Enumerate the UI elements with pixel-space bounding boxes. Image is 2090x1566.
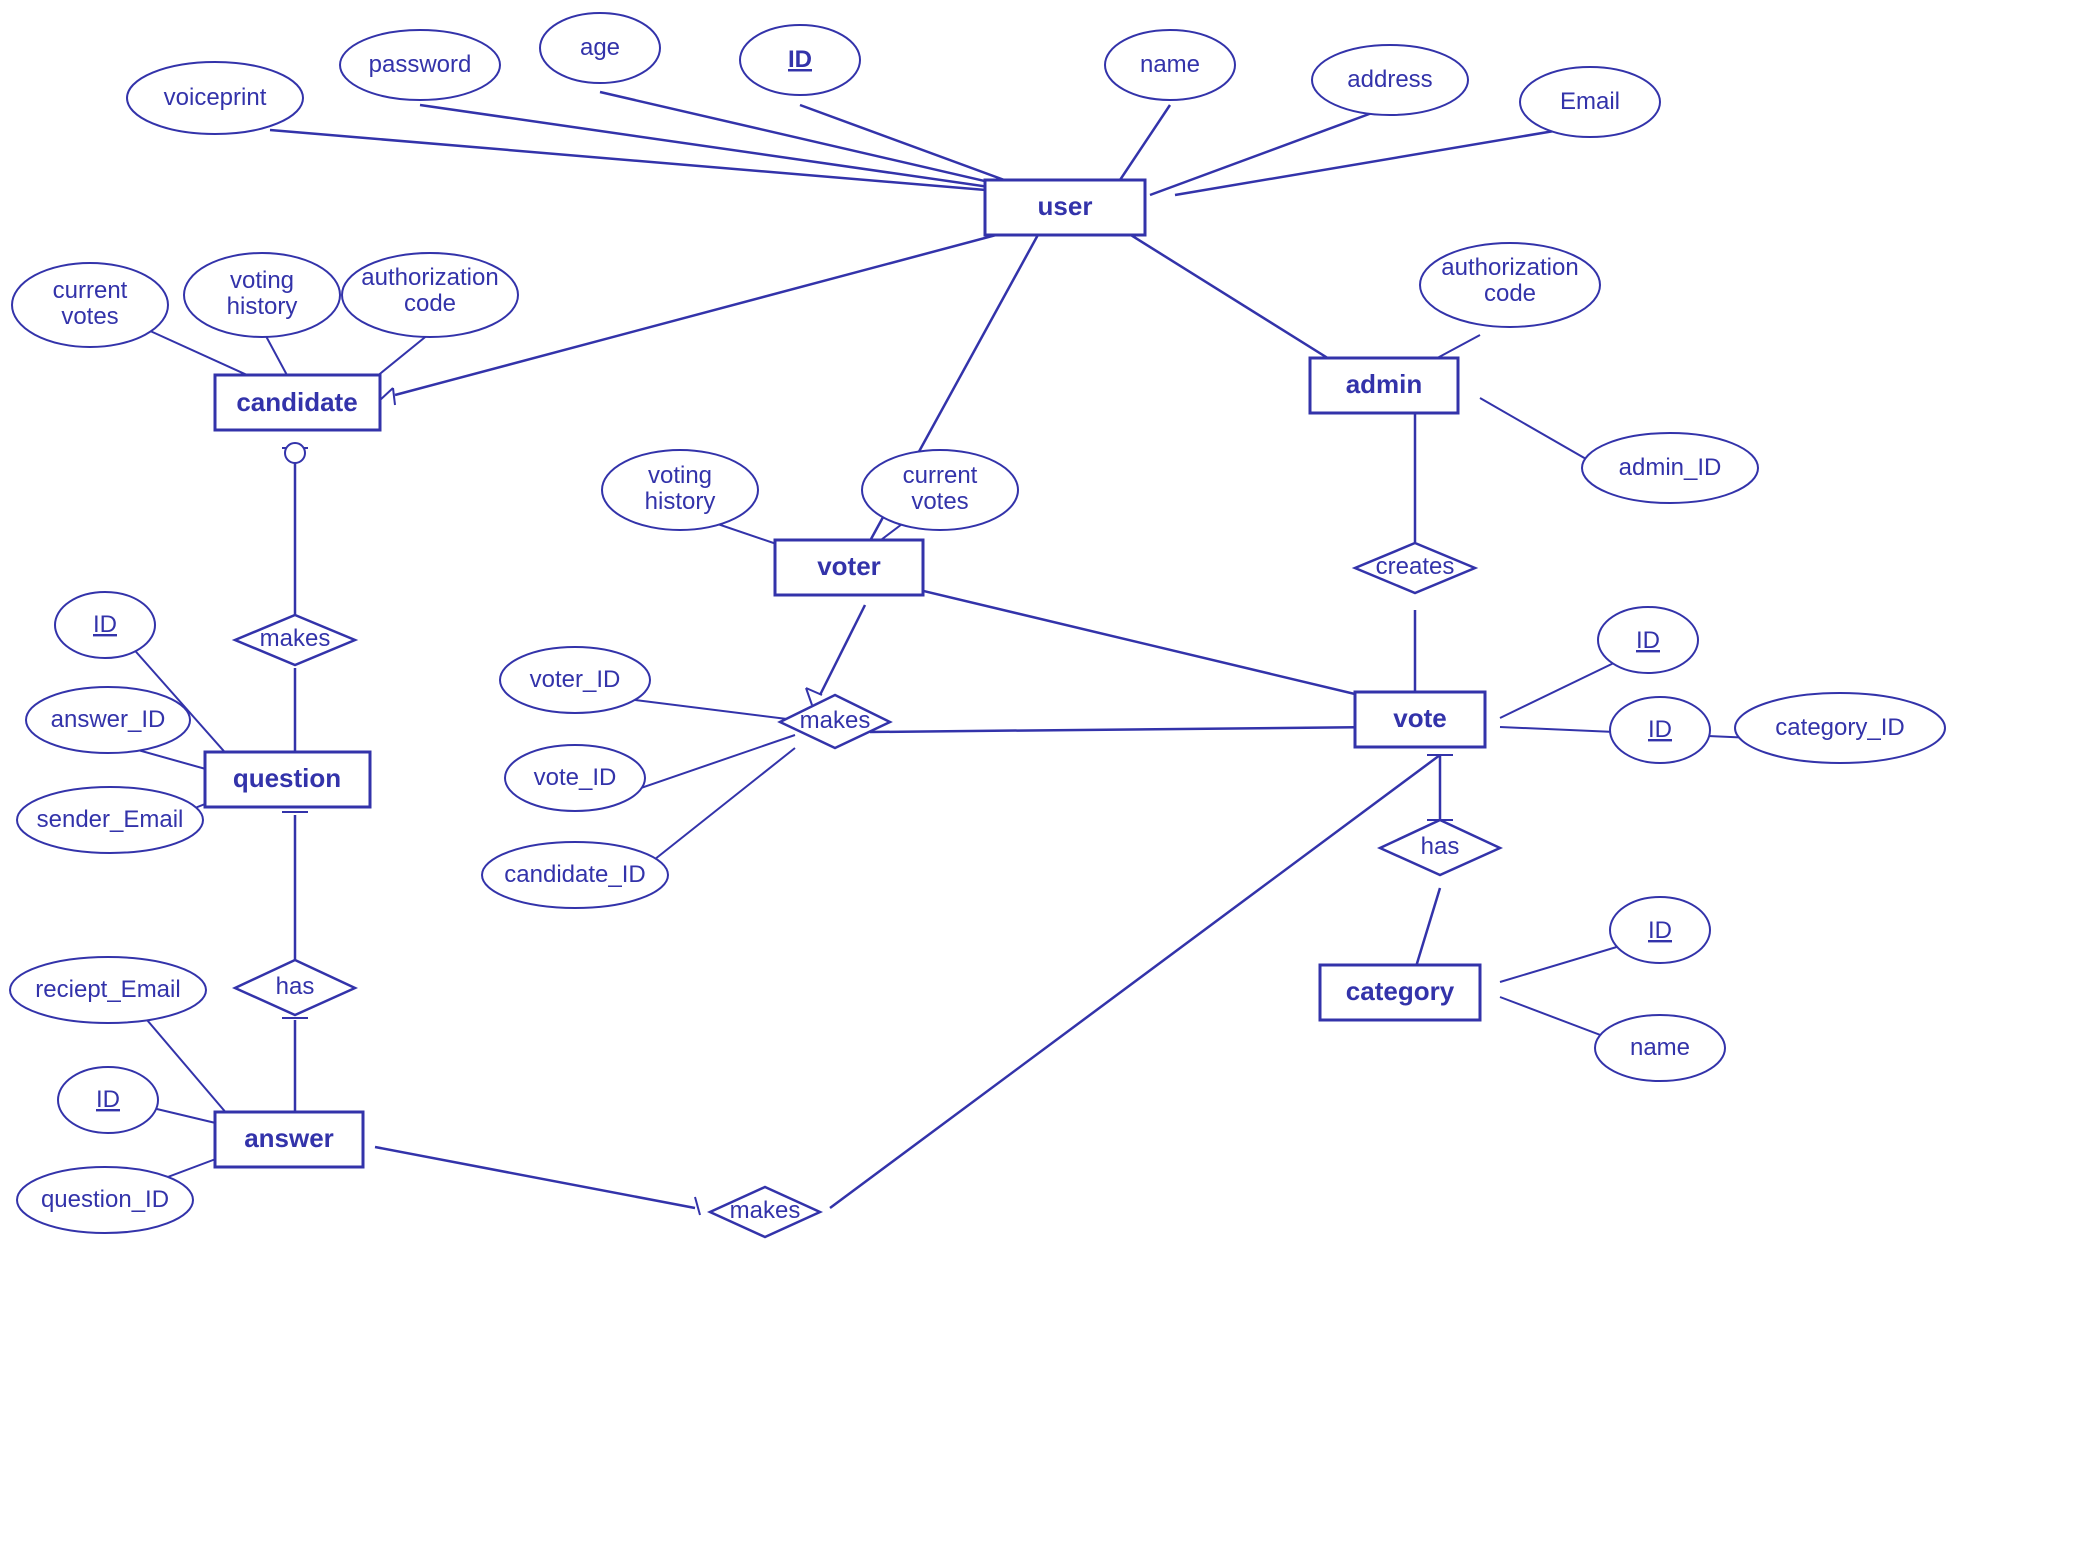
relationship-makes3-label: makes xyxy=(730,1197,801,1224)
attr-cand-voting-history-label: voting xyxy=(230,267,294,294)
attr-voter-current-votes-label: current xyxy=(903,462,978,489)
relationship-makes2-label: makes xyxy=(800,707,871,734)
svg-text:history: history xyxy=(227,293,298,320)
attr-cand-current-votes-label: current xyxy=(53,277,128,304)
attr-user-age-label: age xyxy=(580,34,620,61)
entity-admin-label: admin xyxy=(1346,369,1423,399)
relationship-has2-label: has xyxy=(276,973,315,1000)
attr-user-password-label: password xyxy=(369,51,472,78)
svg-text:code: code xyxy=(404,290,456,317)
entity-user-label: user xyxy=(1038,191,1093,221)
relationship-creates-label: creates xyxy=(1376,553,1455,580)
attr-creates-id-label: ID xyxy=(1648,716,1672,743)
attr-cand-auth-code-label: authorization xyxy=(361,264,498,291)
er-diagram: user candidate voter admin vote question… xyxy=(0,0,2090,1566)
attr-answer-question-id-label: question_ID xyxy=(41,1186,169,1213)
attr-question-id-label: ID xyxy=(93,611,117,638)
attr-user-id-label: ID xyxy=(788,46,812,73)
relationship-makes1-label: makes xyxy=(260,625,331,652)
attr-question-answer-id-label: answer_ID xyxy=(51,706,166,733)
attr-user-email-label: Email xyxy=(1560,88,1620,115)
attr-user-name-label: name xyxy=(1140,51,1200,78)
candidate-participation-optional xyxy=(285,443,305,463)
attr-answer-reciept-email-label: reciept_Email xyxy=(35,976,180,1003)
attr-makes2-candidate-id-label: candidate_ID xyxy=(504,861,645,888)
svg-text:votes: votes xyxy=(61,303,118,330)
attr-answer-id-label: ID xyxy=(96,1086,120,1113)
attr-admin-auth-code-label: authorization xyxy=(1441,254,1578,281)
attr-question-sender-email-label: sender_Email xyxy=(37,806,184,833)
entity-candidate-label: candidate xyxy=(236,387,357,417)
entity-vote-label: vote xyxy=(1393,703,1446,733)
svg-text:history: history xyxy=(645,488,716,515)
relationship-has1-label: has xyxy=(1421,833,1460,860)
attr-admin-id-label: admin_ID xyxy=(1619,454,1722,481)
attr-makes2-voter-id-label: voter_ID xyxy=(530,666,621,693)
attr-vote-id-label: ID xyxy=(1636,627,1660,654)
entity-answer-label: answer xyxy=(244,1123,334,1153)
entity-voter-label: voter xyxy=(817,551,881,581)
entity-question-label: question xyxy=(233,763,341,793)
attr-category-id-label: ID xyxy=(1648,917,1672,944)
entity-category-label: category xyxy=(1346,976,1455,1006)
attr-user-address-label: address xyxy=(1347,66,1432,93)
attr-vote-category-id-label: category_ID xyxy=(1775,714,1904,741)
attr-makes2-vote-id-label: vote_ID xyxy=(534,764,617,791)
attr-user-voiceprint-label: voiceprint xyxy=(164,84,267,111)
svg-text:votes: votes xyxy=(911,488,968,515)
svg-text:code: code xyxy=(1484,280,1536,307)
attr-category-name-label: name xyxy=(1630,1034,1690,1061)
attr-voter-voting-history-label: voting xyxy=(648,462,712,489)
